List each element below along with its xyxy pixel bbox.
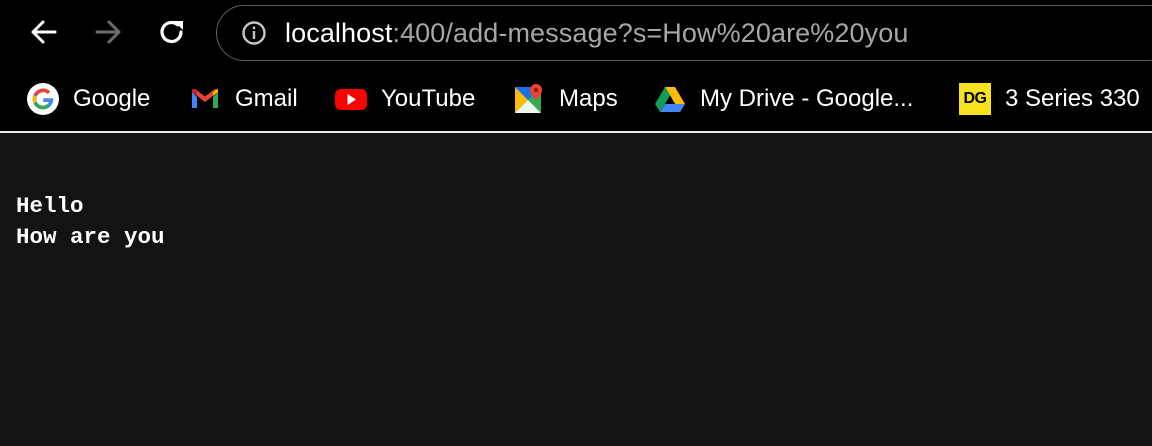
toolbar-divider [0, 131, 1152, 133]
page-content: Hello How are you [16, 191, 165, 253]
bookmark-google[interactable]: Google [26, 80, 150, 118]
bookmark-label: Google [73, 85, 151, 112]
info-icon[interactable] [241, 20, 267, 46]
address-url[interactable]: localhost:400/add-message?s=How%20are%20… [285, 16, 908, 50]
forward-button[interactable] [88, 12, 128, 52]
bookmark-youtube[interactable]: YouTube [334, 80, 475, 118]
dg-icon: DG [958, 82, 992, 116]
bookmark-google-drive[interactable]: My Drive - Google... [653, 80, 913, 118]
bookmark-maps[interactable]: Maps [512, 80, 618, 118]
url-path: :400/add-message?s=How%20are%20you [392, 18, 909, 48]
maps-icon [512, 82, 546, 116]
bookmark-label: My Drive - Google... [700, 85, 914, 112]
dg-badge: DG [959, 83, 991, 115]
bookmark-label: Maps [559, 85, 618, 112]
bookmark-gmail[interactable]: Gmail [188, 80, 298, 118]
url-host: localhost [285, 18, 393, 48]
message-line: How are you [16, 224, 165, 250]
bookmark-label: YouTube [381, 85, 476, 112]
bookmark-3-series[interactable]: DG 3 Series 330 [958, 80, 1140, 118]
browser-toolbar: localhost:400/add-message?s=How%20are%20… [0, 0, 1152, 131]
bookmark-label: Gmail [235, 85, 298, 112]
forward-arrow-icon [95, 20, 121, 44]
message-line: Hello [16, 193, 84, 219]
google-icon [26, 82, 60, 116]
gmail-icon [188, 82, 222, 116]
youtube-icon [334, 82, 368, 116]
back-arrow-icon [31, 20, 57, 44]
reload-button[interactable] [152, 12, 192, 52]
back-button[interactable] [24, 12, 64, 52]
google-drive-icon [653, 82, 687, 116]
reload-icon [160, 20, 183, 44]
address-bar[interactable]: localhost:400/add-message?s=How%20are%20… [216, 5, 1152, 61]
bookmark-label: 3 Series 330 [1005, 85, 1140, 112]
